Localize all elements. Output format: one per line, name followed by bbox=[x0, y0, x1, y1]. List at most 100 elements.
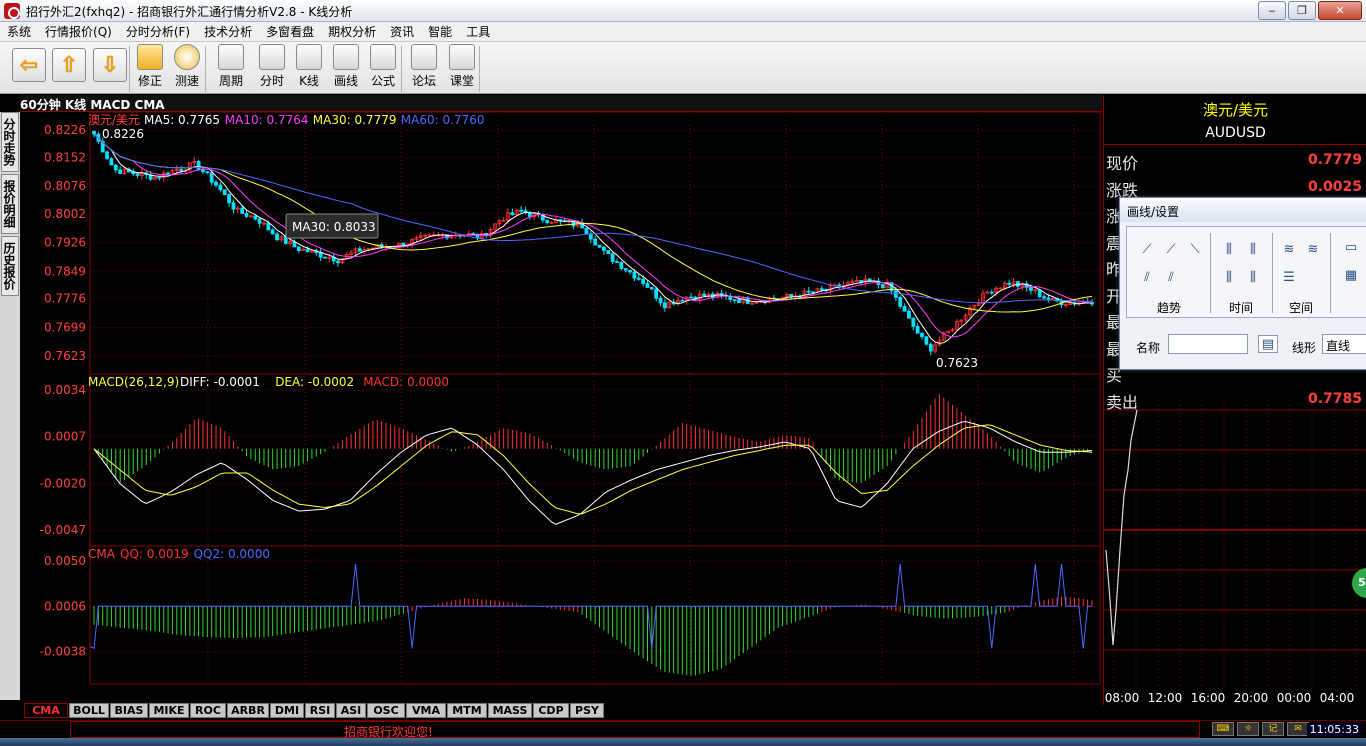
menu-quotes[interactable]: 行情报价(Q) bbox=[38, 22, 119, 42]
parallel-icon[interactable]: ⫽ bbox=[1137, 269, 1157, 287]
candle-body bbox=[545, 219, 550, 224]
status-icons: ⌨ ☼ 记 ✉ bbox=[1212, 722, 1309, 736]
y-tick-label: 0.7776 bbox=[44, 292, 86, 306]
candle-body bbox=[92, 130, 96, 135]
grid-icon[interactable]: ▦ bbox=[1341, 267, 1361, 285]
indicator-tab-mass[interactable]: MASS bbox=[488, 703, 532, 718]
menu-smart[interactable]: 智能 bbox=[421, 22, 459, 42]
candle-body bbox=[519, 209, 523, 212]
quote-row: 现价 0.7779 bbox=[1104, 147, 1366, 173]
keyboard-icon[interactable]: ⌨ bbox=[1212, 722, 1234, 736]
candle-body bbox=[619, 261, 624, 269]
candle-body bbox=[610, 253, 615, 262]
candle-body bbox=[907, 310, 911, 319]
fib-space-icon[interactable]: ≋ bbox=[1303, 241, 1323, 259]
indicator-tab-cdp[interactable]: CDP bbox=[533, 703, 569, 718]
y-tick-label: 0.8002 bbox=[44, 207, 86, 221]
candle-body bbox=[593, 238, 598, 246]
shape-select[interactable]: 直线 bbox=[1322, 334, 1366, 354]
candle-body bbox=[105, 151, 109, 160]
indicator-tab-boll[interactable]: BOLL bbox=[69, 703, 109, 718]
indicator-tab-dmi[interactable]: DMI bbox=[270, 703, 304, 718]
rectangle-icon[interactable]: ▭ bbox=[1341, 239, 1361, 257]
gold-split-icon[interactable]: ☰ bbox=[1279, 269, 1299, 287]
candle-body bbox=[510, 212, 515, 216]
time-zone-icon[interactable]: ⫼ bbox=[1219, 269, 1239, 287]
list-icon[interactable]: ▤ bbox=[1258, 335, 1278, 353]
dea-line bbox=[93, 424, 1093, 515]
percent-icon[interactable]: ≋ bbox=[1279, 241, 1299, 259]
menu-news[interactable]: 资讯 bbox=[383, 22, 421, 42]
tab-quote-detail[interactable]: 报价明细 bbox=[1, 174, 19, 234]
legend-entry: MA60: 0.7760 bbox=[401, 113, 485, 127]
low-annotation: 0.7623 bbox=[936, 356, 978, 370]
menu-system[interactable]: 系统 bbox=[0, 22, 38, 42]
candle-body bbox=[1016, 281, 1020, 287]
candle-body bbox=[1007, 282, 1012, 285]
channel-icon[interactable]: ⫽ bbox=[1161, 269, 1181, 287]
indicator-tab-rsi[interactable]: RSI bbox=[305, 703, 335, 718]
ma-line bbox=[93, 133, 1093, 304]
candle-body bbox=[920, 332, 924, 338]
indicator-tab-roc[interactable]: ROC bbox=[190, 703, 226, 718]
candle-body bbox=[928, 343, 933, 352]
y-tick-label: 0.0050 bbox=[44, 554, 86, 568]
indicator-tab-mtm[interactable]: MTM bbox=[447, 703, 487, 718]
candle-body bbox=[227, 194, 232, 204]
kline-chart[interactable]: 0.8226 0.8152 0.8076 0.8002 0.7926 0.7849 0.77… bbox=[20, 112, 1102, 688]
indicator-tab-bias[interactable]: BIAS bbox=[110, 703, 148, 718]
note-icon[interactable]: 记 bbox=[1262, 722, 1284, 736]
ray-icon[interactable]: ⟋ bbox=[1161, 241, 1181, 259]
tools-group bbox=[128, 46, 206, 92]
chart-header: 60分钟 K线 MACD CMA bbox=[20, 95, 1102, 112]
close-button[interactable]: ✕ bbox=[1318, 1, 1362, 20]
candle-body bbox=[623, 268, 628, 271]
menu-intraday[interactable]: 分时分析(F) bbox=[119, 22, 197, 42]
menu-tools[interactable]: 工具 bbox=[459, 22, 497, 42]
candle-body bbox=[109, 158, 114, 166]
x-tick-label: 22 bbox=[114, 686, 129, 688]
legend-entry: MA30: 0.7779 bbox=[313, 113, 397, 127]
title-bar: 招行外汇2(fxhq2) - 招商银行外汇通行情分析V2.8 - K线分析 ‒ … bbox=[0, 0, 1366, 22]
mini-time-label: 00:00 bbox=[1277, 691, 1312, 705]
time-label: 时间 bbox=[1229, 301, 1254, 315]
indicator-tab-osc[interactable]: OSC bbox=[367, 703, 405, 718]
menu-bar: 系统 行情报价(Q) 分时分析(F) 技术分析 多窗看盘 期权分析 资讯 智能 … bbox=[0, 22, 1366, 42]
candle-body bbox=[305, 248, 310, 253]
indicator-tab-arbr[interactable]: ARBR bbox=[227, 703, 269, 718]
maximize-button[interactable]: ❐ bbox=[1288, 1, 1316, 20]
candle-body bbox=[702, 293, 707, 297]
candle-body bbox=[113, 164, 118, 171]
indicator-tab-psy[interactable]: PSY bbox=[570, 703, 604, 718]
tab-history-quote[interactable]: 历史报价 bbox=[1, 236, 19, 296]
alarm-icon[interactable]: ☼ bbox=[1237, 722, 1259, 736]
tab-intraday-trend[interactable]: 分时走势 bbox=[1, 112, 19, 172]
fib-time-icon[interactable]: ⫼ bbox=[1243, 241, 1263, 259]
line-icon[interactable]: ⟋ bbox=[1137, 241, 1157, 259]
candle-body bbox=[1042, 296, 1046, 299]
indicator-tab-vma[interactable]: VMA bbox=[406, 703, 446, 718]
cycle-icon[interactable]: ⫼ bbox=[1219, 241, 1239, 259]
candle-body bbox=[205, 171, 210, 174]
name-input[interactable] bbox=[1168, 334, 1248, 354]
menu-multiwindow[interactable]: 多窗看盘 bbox=[259, 22, 321, 42]
side-tabs: 分时走势 报价明细 历史报价 bbox=[0, 112, 20, 700]
intraday-minichart[interactable]: 08:00 12:00 16:00 20:00 00:00 04:00 bbox=[1104, 400, 1366, 705]
gann-time-icon[interactable]: ⫼ bbox=[1243, 269, 1263, 287]
y-tick-label: 0.7623 bbox=[44, 349, 86, 363]
high-annotation: 0.8226 bbox=[102, 127, 144, 141]
mini-time-label: 12:00 bbox=[1148, 691, 1183, 705]
menu-options[interactable]: 期权分析 bbox=[321, 22, 383, 42]
quote-header: 澳元/美元 AUDUSD bbox=[1104, 95, 1366, 145]
menu-technical[interactable]: 技术分析 bbox=[197, 22, 259, 42]
candle-body bbox=[179, 169, 184, 171]
candle-body bbox=[645, 282, 650, 288]
indicator-tab-mike[interactable]: MIKE bbox=[149, 703, 189, 718]
candle-body bbox=[253, 215, 258, 220]
segment-icon[interactable]: ⟍ bbox=[1185, 241, 1205, 259]
indicator-tab-cma[interactable]: CMA bbox=[24, 703, 68, 718]
minimize-button[interactable]: ‒ bbox=[1258, 1, 1286, 20]
indicator-tab-asi[interactable]: ASI bbox=[336, 703, 366, 718]
candle-body bbox=[270, 229, 275, 235]
candle-body bbox=[296, 246, 301, 251]
